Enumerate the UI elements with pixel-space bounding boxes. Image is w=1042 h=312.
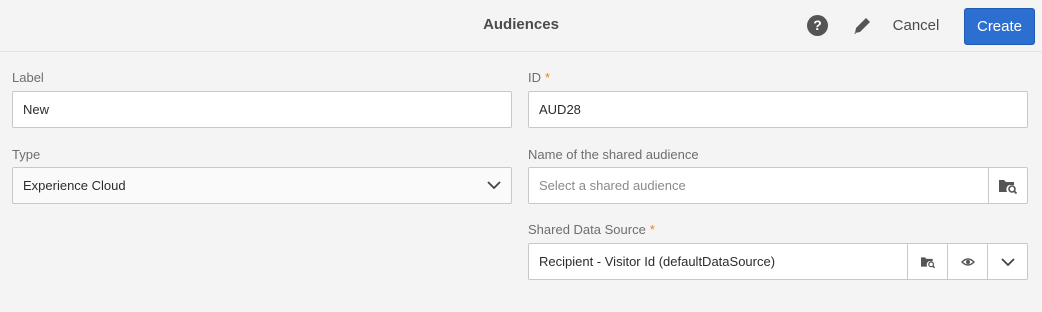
eye-icon [960,257,975,266]
data-source-field-label: Shared Data Source * [528,222,655,237]
shared-audience-field-label: Name of the shared audience [528,147,699,162]
id-label-text: ID [528,70,541,85]
create-button[interactable]: Create [964,8,1035,45]
id-field-label: ID * [528,70,550,85]
browse-data-source-button[interactable] [907,244,947,279]
folder-search-icon [999,179,1018,194]
type-field-label: Type [12,147,41,162]
id-input[interactable]: AUD28 [528,91,1028,128]
browse-audience-button[interactable] [988,168,1027,203]
cancel-button[interactable]: Cancel [886,8,946,44]
type-select[interactable]: Experience Cloud [12,167,512,204]
header-bar: Audiences ? Cancel Create [0,0,1042,52]
chevron-down-icon [487,181,501,190]
data-source-value: Recipient - Visitor Id (defaultDataSourc… [539,254,776,269]
label-field-label: Label [12,70,44,85]
help-icon[interactable]: ? [807,15,828,36]
shared-audience-picker[interactable]: Select a shared audience [528,167,1028,204]
folder-search-icon [920,256,935,268]
shared-audience-placeholder: Select a shared audience [539,178,686,193]
data-source-dropdown-button[interactable] [987,244,1027,279]
label-input[interactable]: New [12,91,512,128]
data-source-label-text: Shared Data Source [528,222,646,237]
chevron-down-icon [1000,257,1015,266]
pencil-icon[interactable] [851,15,873,37]
type-select-value: Experience Cloud [23,178,126,193]
required-mark: * [545,70,551,85]
data-source-picker[interactable]: Recipient - Visitor Id (defaultDataSourc… [528,243,1028,280]
view-data-source-button[interactable] [947,244,987,279]
required-mark: * [649,222,655,237]
